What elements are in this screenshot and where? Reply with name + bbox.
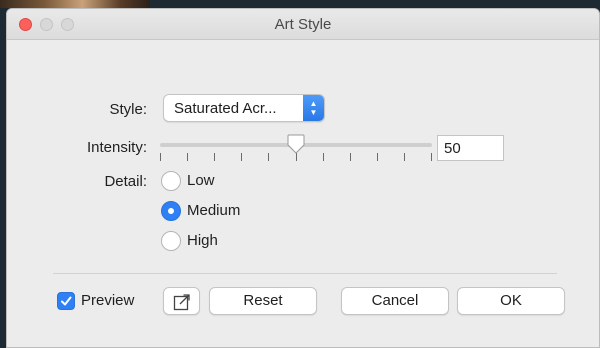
preview-label: Preview <box>81 292 135 309</box>
intensity-slider-thumb[interactable] <box>287 134 305 154</box>
slider-tick <box>296 153 297 161</box>
slider-tick <box>268 153 269 161</box>
intensity-label: Intensity: <box>86 139 147 156</box>
cancel-button[interactable]: Cancel <box>341 287 449 315</box>
style-popup-value: Saturated Acr... <box>174 100 277 117</box>
radio-high[interactable] <box>161 231 181 251</box>
slider-tick <box>187 153 188 161</box>
slider-tick <box>350 153 351 161</box>
slider-tick <box>431 153 432 161</box>
slider-tick <box>377 153 378 161</box>
updown-arrows-icon: ▲ ▼ <box>303 95 324 121</box>
slider-tick <box>241 153 242 161</box>
slider-tick <box>404 153 405 161</box>
style-popup[interactable]: Saturated Acr... ▲ ▼ <box>163 94 325 122</box>
radio-low[interactable] <box>161 171 181 191</box>
radio-low-label: Low <box>187 172 215 189</box>
slider-tick <box>160 153 161 161</box>
ok-button[interactable]: OK <box>457 287 565 315</box>
checkmark-icon <box>61 296 72 306</box>
detail-label: Detail: <box>104 173 147 190</box>
footer-divider <box>53 273 557 274</box>
title-bar: Art Style <box>7 9 599 40</box>
slider-tick <box>214 153 215 161</box>
reset-button[interactable]: Reset <box>209 287 317 315</box>
window-title: Art Style <box>274 16 332 33</box>
radio-medium[interactable] <box>161 201 181 221</box>
intensity-value-field[interactable]: 50 <box>437 135 504 161</box>
style-label: Style: <box>109 101 147 118</box>
background-photo <box>0 0 150 8</box>
art-style-dialog: Art Style Style: Saturated Acr... ▲ ▼ Int… <box>6 8 600 348</box>
open-external-icon <box>173 294 190 311</box>
radio-medium-label: Medium <box>187 202 241 219</box>
intensity-slider-ticks <box>160 153 432 161</box>
open-external-button[interactable] <box>163 287 200 315</box>
preview-checkbox[interactable] <box>57 292 75 310</box>
slider-tick <box>323 153 324 161</box>
radio-high-label: High <box>187 232 218 249</box>
